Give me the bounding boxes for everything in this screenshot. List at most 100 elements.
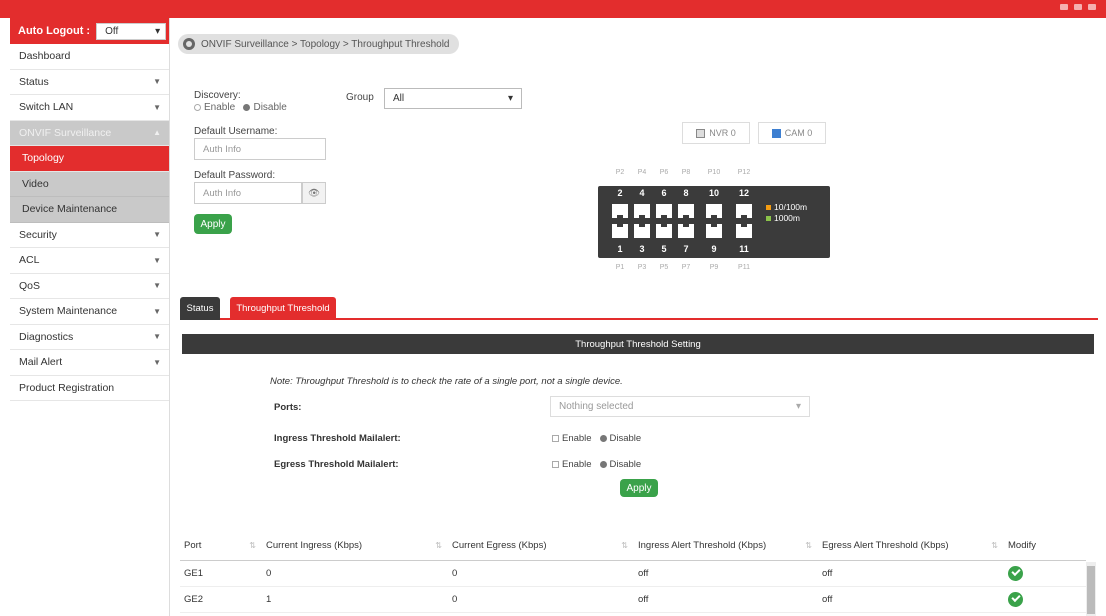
sidebar-item-topology[interactable]: Topology [10, 146, 169, 172]
port-3[interactable] [632, 222, 652, 240]
group-select[interactable]: All ▾ [384, 88, 522, 109]
sidebar-item-label: Status [19, 75, 49, 88]
table-scrollbar[interactable] [1086, 562, 1096, 616]
sidebar-item-device-maintenance[interactable]: Device Maintenance [10, 197, 169, 223]
port-12[interactable] [734, 202, 754, 220]
port-number: 7 [683, 244, 689, 254]
sort-icon: ⇅ [621, 541, 628, 550]
col-egress-threshold[interactable]: Egress Alert Threshold (Kbps) ⇅ [818, 532, 1004, 561]
chevron-down-icon: ▼ [153, 281, 161, 291]
legend-10-100-label: 10/100m [774, 202, 808, 212]
port-tag: P4 [637, 169, 647, 176]
port-9[interactable] [704, 222, 724, 240]
tab-status[interactable]: Status [180, 297, 220, 320]
sidebar-item-product-registration[interactable]: Product Registration [10, 376, 169, 401]
table-header-row: Port ⇅ Current Ingress (Kbps) ⇅ Current Eg… [180, 532, 1086, 561]
port-5[interactable] [654, 222, 674, 240]
port-2[interactable] [610, 202, 630, 220]
ingress-disable-radio[interactable] [599, 434, 607, 442]
chevron-down-icon: ▼ [153, 255, 161, 265]
sidebar-item-status[interactable]: Status ▼ [10, 70, 169, 95]
chevron-down-icon: ▼ [153, 102, 161, 112]
col-modify: Modify [1004, 532, 1086, 561]
username-placeholder: Auth Info [203, 143, 242, 155]
threshold-apply-button[interactable]: Apply [620, 479, 658, 497]
scrollbar-thumb[interactable] [1087, 566, 1095, 614]
help-icon[interactable] [1060, 4, 1068, 10]
edit-check-icon[interactable] [1008, 591, 1023, 607]
table-row: GE1 0 0 off off [180, 560, 1086, 587]
col-ingress-threshold[interactable]: Ingress Alert Threshold (Kbps) ⇅ [634, 532, 818, 561]
sidebar-item-security[interactable]: Security ▼ [10, 223, 169, 248]
port-10[interactable] [704, 202, 724, 220]
discovery-enable-radio[interactable] [194, 103, 201, 111]
ingress-enable-radio[interactable] [552, 434, 559, 442]
auto-logout-select[interactable]: Off ▾ [96, 22, 167, 40]
port-number: 8 [683, 188, 689, 198]
sidebar-item-system-maintenance[interactable]: System Maintenance ▼ [10, 299, 169, 325]
port-1[interactable] [610, 222, 630, 240]
logout-icon[interactable] [1088, 4, 1096, 10]
col-current-egress[interactable]: Current Egress (Kbps) ⇅ [448, 532, 634, 561]
col-current-ingress-label: Current Ingress (Kbps) [266, 540, 363, 552]
sidebar-item-label: Product Registration [19, 381, 115, 394]
cell-modify [1004, 586, 1086, 613]
discovery-disable-radio[interactable] [243, 103, 251, 111]
default-password-input[interactable]: Auth Info [194, 182, 302, 204]
user-icon[interactable] [1074, 4, 1082, 10]
tab-throughput-threshold[interactable]: Throughput Threshold [230, 297, 336, 320]
port-6[interactable] [654, 202, 674, 220]
default-username-input[interactable]: Auth Info [194, 138, 326, 160]
sidebar-item-label: Security [19, 228, 57, 241]
port-number: 5 [661, 244, 667, 254]
sidebar-item-qos[interactable]: QoS ▼ [10, 274, 169, 299]
ingress-enable-label: Enable [562, 433, 592, 444]
cell-current-ingress: 1 [262, 586, 448, 613]
sidebar-item-mail-alert[interactable]: Mail Alert ▼ [10, 350, 169, 376]
col-current-ingress[interactable]: Current Ingress (Kbps) ⇅ [262, 532, 448, 561]
table-row: GE2 1 0 off off [180, 586, 1086, 613]
sidebar-item-acl[interactable]: ACL ▼ [10, 248, 169, 274]
port-tag: P8 [681, 169, 691, 176]
port-7[interactable] [676, 222, 696, 240]
cam-count-label: CAM 0 [784, 128, 813, 138]
port-4[interactable] [632, 202, 652, 220]
sidebar-item-video[interactable]: Video [10, 171, 169, 197]
sidebar-item-switch-lan[interactable]: Switch LAN ▼ [10, 95, 169, 121]
sidebar-item-label: ONVIF Surveillance [19, 126, 112, 139]
port-tag: P12 [737, 169, 751, 176]
legend-1000-label: 1000m [774, 213, 800, 223]
sidebar-item-diagnostics[interactable]: Diagnostics ▼ [10, 325, 169, 350]
nvr-count-button[interactable]: NVR 0 [682, 122, 750, 144]
password-placeholder: Auth Info [203, 187, 242, 199]
cam-count-button[interactable]: CAM 0 [758, 122, 826, 144]
col-port[interactable]: Port ⇅ [180, 532, 262, 561]
chevron-down-icon: ▾ [507, 93, 513, 104]
discovery-apply-button[interactable]: Apply [194, 214, 232, 234]
sidebar-item-dashboard[interactable]: Dashboard [10, 44, 169, 70]
sidebar-item-label: Device Maintenance [22, 203, 118, 216]
sidebar-item-label: Video [22, 177, 49, 190]
port-tag: P11 [738, 264, 750, 271]
port-11[interactable] [734, 222, 754, 240]
discovery-enable-label: Enable [204, 102, 236, 113]
sidebar-item-onvif-surveillance[interactable]: ONVIF Surveillance ▲ [10, 120, 169, 146]
ports-label: Ports: [274, 402, 302, 413]
top-icons [1060, 4, 1096, 10]
ports-select[interactable]: Nothing selected ▾ [550, 396, 810, 417]
cell-port: GE2 [180, 586, 262, 613]
sort-icon: ⇅ [991, 541, 998, 550]
discovery-options: Enable Disable [194, 102, 287, 113]
chevron-down-icon: ▾ [155, 25, 161, 37]
edit-check-icon[interactable] [1008, 565, 1023, 581]
cell-ingress-threshold: off [634, 586, 818, 613]
show-password-icon[interactable]: 👁 [302, 182, 326, 204]
cell-egress-threshold: off [818, 560, 1004, 587]
ingress-options: Enable Disable [552, 433, 641, 444]
port-number: 3 [639, 244, 645, 254]
sort-icon: ⇅ [249, 541, 256, 550]
port-8[interactable] [676, 202, 696, 220]
egress-disable-label: Disable [609, 459, 642, 470]
egress-enable-radio[interactable] [552, 460, 559, 468]
egress-disable-radio[interactable] [599, 460, 607, 468]
